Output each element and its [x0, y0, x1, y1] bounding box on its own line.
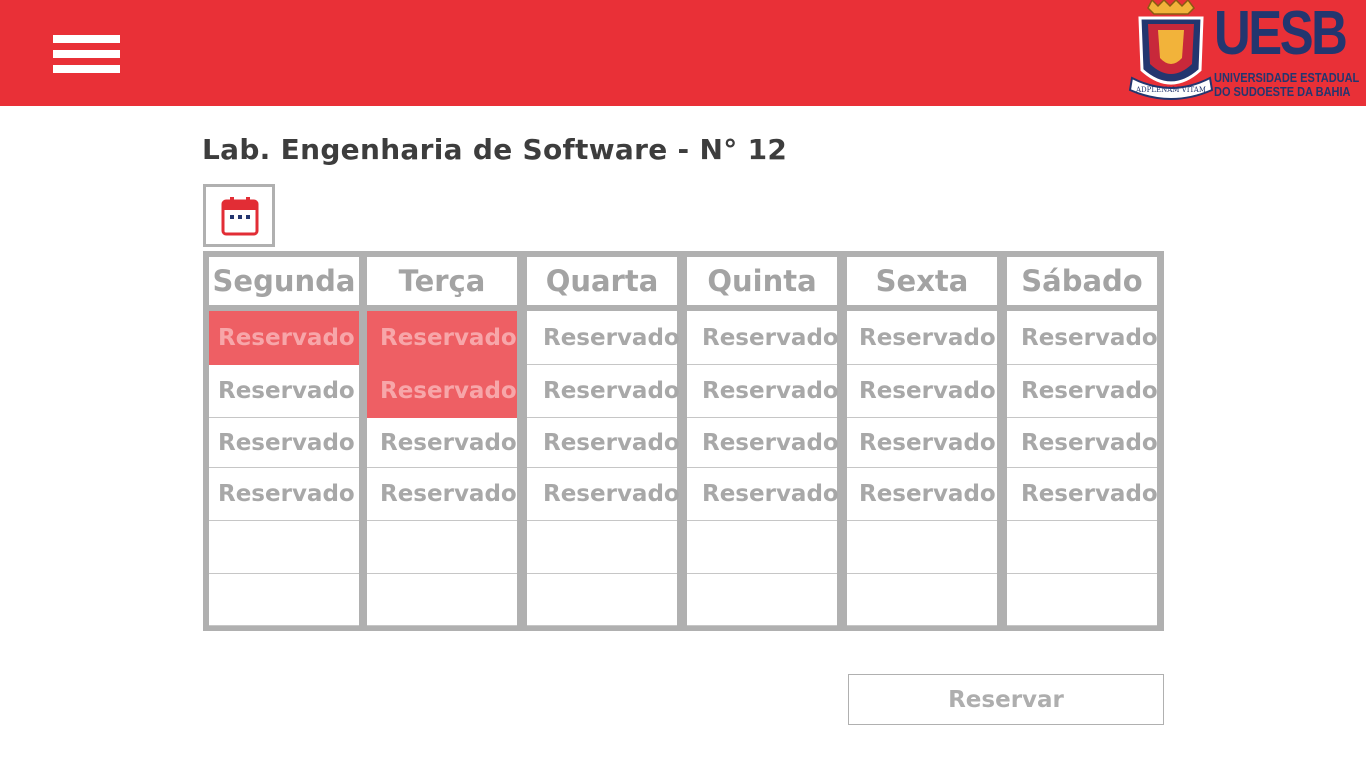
schedule-slot[interactable]	[847, 521, 997, 574]
schedule-slot[interactable]: Reservado	[687, 365, 839, 418]
calendar-button[interactable]	[203, 184, 275, 247]
day-column: Quarta Reservado Reservado Reservado Reserva…	[527, 251, 680, 631]
day-column: Terça Reservado Reservado Reservado Reservad…	[367, 251, 519, 631]
schedule-slot[interactable]	[687, 521, 837, 574]
schedule-slot[interactable]: Reservado	[847, 468, 997, 521]
reserve-button[interactable]: Reservar	[848, 674, 1164, 725]
schedule-slot[interactable]: Reservado	[847, 311, 997, 365]
day-header: Sexta	[847, 257, 997, 305]
schedule-slot[interactable]: Reservado	[1007, 365, 1158, 418]
schedule-slot[interactable]	[367, 574, 517, 626]
university-crest-icon: ADPLENAM VITAM	[1128, 0, 1214, 100]
schedule-slot[interactable]	[209, 521, 359, 574]
schedule-slot[interactable]: Reservado	[527, 468, 680, 521]
schedule-slot[interactable]: Reservado	[209, 365, 359, 418]
schedule-slot[interactable]: Reservado	[209, 418, 359, 468]
schedule-slot[interactable]: Reservado	[847, 418, 997, 468]
menu-bar	[53, 65, 120, 73]
schedule-slot[interactable]: Reservado	[209, 468, 359, 521]
schedule-slot[interactable]: Reservado	[367, 311, 517, 365]
schedule-slot[interactable]	[687, 574, 837, 626]
schedule-slot[interactable]: Reservado	[209, 311, 359, 365]
day-column: Quinta Reservado Reservado Reservado Reserva…	[687, 251, 839, 631]
schedule-slot[interactable]: Reservado	[367, 418, 517, 468]
schedule-slot[interactable]	[367, 521, 517, 574]
schedule-slot[interactable]	[1007, 521, 1157, 574]
schedule-slot[interactable]: Reservado	[847, 365, 997, 418]
crest-motto: ADPLENAM VITAM	[1135, 86, 1206, 94]
day-column: Segunda Reservado Reservado Reservado Reserv…	[209, 251, 361, 631]
schedule-slot[interactable]: Reservado	[367, 468, 517, 521]
schedule-slot[interactable]	[527, 521, 677, 574]
calendar-icon	[221, 197, 259, 236]
menu-bar	[53, 50, 120, 58]
university-logo: ADPLENAM VITAM UESB UNIVERSIDADE ESTADUA…	[1128, 0, 1359, 106]
schedule-slot[interactable]: Reservado	[527, 365, 680, 418]
logo-subtitle-2: DO SUDOESTE DA BAHIA	[1214, 85, 1351, 99]
weekly-schedule: Segunda Reservado Reservado Reservado Reserv…	[203, 251, 1164, 631]
schedule-slot[interactable]: Reservado	[1007, 468, 1158, 521]
schedule-slot[interactable]: Reservado	[1007, 311, 1158, 365]
day-column: Sexta Reservado Reservado Reservado Reservad…	[847, 251, 999, 631]
schedule-slot[interactable]: Reservado	[527, 418, 680, 468]
schedule-slot[interactable]: Reservado	[687, 311, 839, 365]
schedule-slot[interactable]: Reservado	[367, 365, 517, 418]
page-title: Lab. Engenharia de Software - N° 12	[202, 133, 788, 166]
app-header: ADPLENAM VITAM UESB UNIVERSIDADE ESTADUA…	[0, 0, 1366, 106]
day-header: Segunda	[209, 257, 359, 305]
schedule-slot[interactable]	[209, 574, 359, 626]
logo-subtitle-1: UNIVERSIDADE ESTADUAL	[1214, 71, 1360, 85]
day-header: Sábado	[1007, 257, 1157, 305]
schedule-slot[interactable]	[1007, 574, 1157, 626]
hamburger-menu-icon[interactable]	[53, 35, 120, 73]
day-header: Quinta	[687, 257, 837, 305]
schedule-slot[interactable]: Reservado	[687, 468, 839, 521]
schedule-slot[interactable]	[847, 574, 997, 626]
schedule-slot[interactable]: Reservado	[1007, 418, 1158, 468]
day-header: Terça	[367, 257, 517, 305]
logo-name: UESB	[1214, 0, 1348, 68]
schedule-slot[interactable]	[527, 574, 677, 626]
schedule-slot[interactable]: Reservado	[687, 418, 839, 468]
menu-bar	[53, 35, 120, 43]
day-header: Quarta	[527, 257, 677, 305]
day-column: Sábado Reservado Reservado Reservado Reserva…	[1007, 251, 1159, 631]
schedule-slot[interactable]: Reservado	[527, 311, 680, 365]
